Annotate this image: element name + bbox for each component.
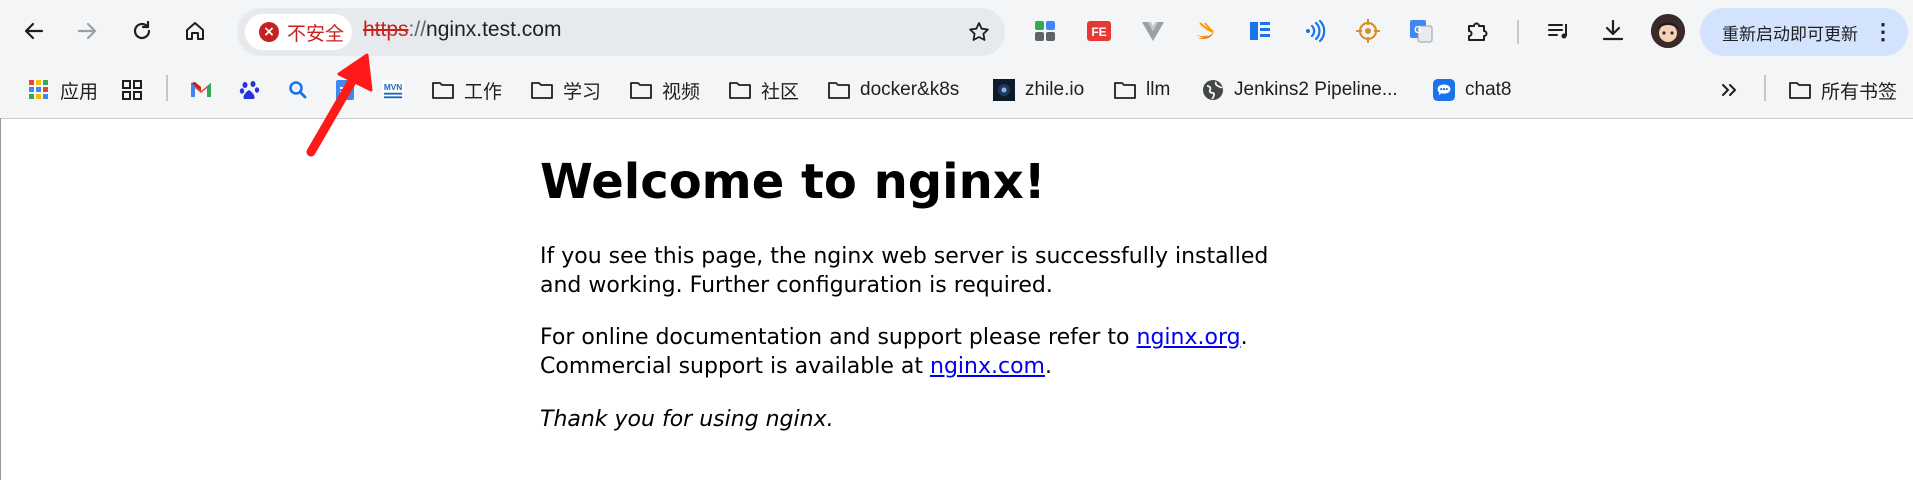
docs-text: For online documentation and support ple… bbox=[540, 325, 1137, 350]
bookmark-zhile-label: zhile.io bbox=[1025, 79, 1085, 100]
nginx-org-link[interactable]: nginx.org bbox=[1137, 325, 1241, 350]
more-menu-icon[interactable]: ⋮ bbox=[1872, 20, 1894, 44]
folder-icon bbox=[729, 79, 751, 101]
bookmark-folder-docker[interactable]: docker&k8s bbox=[828, 74, 959, 106]
bookmark-folder-llm-label: llm bbox=[1146, 79, 1171, 100]
bookmark-folder-work[interactable]: 工作 bbox=[432, 74, 502, 106]
vue-devtools-icon[interactable] bbox=[1137, 15, 1169, 47]
fe-helper-icon[interactable]: FE bbox=[1083, 15, 1115, 47]
wifi-signal-icon[interactable] bbox=[1298, 15, 1330, 47]
bookmark-folder-study[interactable]: 学习 bbox=[531, 74, 601, 106]
thanks-paragraph: Thank you for using nginx. bbox=[540, 407, 834, 432]
extensions-grid-icon[interactable] bbox=[1029, 15, 1061, 47]
site-security-chip[interactable]: × 不安全 bbox=[245, 14, 352, 50]
toolbar-divider bbox=[1517, 20, 1519, 44]
bookmark-folder-docker-label: docker&k8s bbox=[860, 79, 960, 100]
download-icon[interactable] bbox=[1597, 15, 1629, 47]
bookmark-star-button[interactable] bbox=[963, 16, 995, 48]
all-bookmarks-label: 所有书签 bbox=[1821, 81, 1898, 103]
bookmark-folder-community-label: 社区 bbox=[761, 81, 800, 103]
reload-icon bbox=[133, 20, 151, 40]
restart-update-button[interactable]: 重新启动即可更新 ⋮ bbox=[1700, 8, 1908, 56]
arrow-right-icon bbox=[77, 22, 97, 40]
bookmark-jenkins-label: Jenkins2 Pipeline... bbox=[1234, 79, 1398, 100]
puzzle-extensions-icon[interactable] bbox=[1461, 15, 1493, 47]
apps-grid-icon bbox=[28, 79, 50, 101]
security-label: 不安全 bbox=[287, 23, 345, 45]
globe-icon bbox=[1202, 79, 1224, 101]
svg-text:G: G bbox=[1414, 25, 1422, 36]
mvn-repository-icon: MVN bbox=[382, 79, 404, 101]
url-scheme: https bbox=[363, 18, 409, 41]
baidu-paw-icon bbox=[239, 79, 261, 101]
bookmark-folder-study-label: 学习 bbox=[563, 81, 602, 103]
chevron-double-right-icon bbox=[1718, 79, 1740, 101]
commercial-period: . bbox=[1044, 354, 1052, 379]
svg-text:FE: FE bbox=[1091, 25, 1106, 39]
page-title: Welcome to nginx! bbox=[540, 154, 1046, 210]
bookmark-tab-groups[interactable] bbox=[121, 74, 143, 106]
update-label: 重新启动即可更新 bbox=[1722, 24, 1858, 44]
chat-bubble-icon bbox=[1433, 79, 1455, 101]
address-bar[interactable]: × 不安全 https://nginx.test.com bbox=[237, 8, 1005, 56]
arrow-left-icon bbox=[24, 22, 44, 40]
url-host: nginx.test.com bbox=[426, 18, 562, 41]
viewport-border bbox=[0, 118, 1, 480]
bookmarks-divider-right bbox=[1764, 75, 1766, 101]
docs-paragraph: For online documentation and support ple… bbox=[540, 323, 1248, 381]
browser-toolbar: × 不安全 https://nginx.test.com FE G 重新启动即可… bbox=[0, 0, 1913, 62]
bookmark-mvn[interactable]: MVN bbox=[382, 74, 404, 106]
intro-paragraph: If you see this page, the nginx web serv… bbox=[540, 244, 1269, 298]
bookmark-folder-work-label: 工作 bbox=[464, 81, 503, 103]
back-button[interactable] bbox=[16, 13, 52, 49]
reload-button[interactable] bbox=[124, 13, 160, 49]
bookmarks-overflow-button[interactable] bbox=[1718, 74, 1740, 106]
bookmark-folder-video[interactable]: 视频 bbox=[630, 74, 700, 106]
bookmark-apps-label: 应用 bbox=[60, 81, 99, 103]
google-translate-icon[interactable]: G bbox=[1405, 15, 1437, 47]
media-queue-icon[interactable] bbox=[1543, 15, 1575, 47]
bookmark-folder-llm[interactable]: llm bbox=[1114, 74, 1170, 106]
folder-icon bbox=[1789, 79, 1811, 101]
bookmark-gmail[interactable] bbox=[190, 74, 212, 106]
svg-text:MVN: MVN bbox=[384, 83, 402, 92]
url-separator: :// bbox=[408, 18, 427, 41]
bookmark-chat8[interactable]: chat8 bbox=[1433, 74, 1511, 106]
home-button[interactable] bbox=[177, 13, 213, 49]
bookmark-folder-community[interactable]: 社区 bbox=[729, 74, 799, 106]
target-icon[interactable] bbox=[1352, 15, 1384, 47]
folder-icon bbox=[1114, 79, 1136, 101]
insecure-icon: × bbox=[259, 22, 279, 42]
profile-avatar[interactable] bbox=[1651, 14, 1685, 48]
bookmark-apps[interactable]: 应用 bbox=[28, 74, 98, 106]
bookmark-google-docs[interactable] bbox=[334, 74, 356, 106]
magnifier-icon bbox=[287, 79, 309, 101]
reader-mode-icon[interactable] bbox=[1244, 15, 1276, 47]
zhile-logo-icon bbox=[993, 79, 1015, 101]
bookmarks-divider-left bbox=[166, 75, 168, 101]
folder-icon bbox=[828, 79, 850, 101]
docs-period: . bbox=[1240, 325, 1248, 350]
bookmark-jenkins[interactable]: Jenkins2 Pipeline... bbox=[1202, 74, 1398, 106]
url-text[interactable]: https://nginx.test.com bbox=[363, 18, 561, 42]
bookmark-zhile[interactable]: zhile.io bbox=[993, 74, 1084, 106]
commercial-text: Commercial support is available at bbox=[540, 354, 930, 379]
home-icon bbox=[186, 22, 204, 40]
bookmark-search[interactable] bbox=[287, 74, 309, 106]
tab-groups-icon bbox=[121, 79, 143, 101]
folder-icon bbox=[432, 79, 454, 101]
avatar-icon bbox=[1651, 14, 1685, 48]
bookmark-baidu[interactable] bbox=[239, 74, 261, 106]
gmail-icon bbox=[190, 79, 212, 101]
bookmark-all-bookmarks[interactable]: 所有书签 bbox=[1789, 74, 1897, 106]
bookmark-folder-video-label: 视频 bbox=[662, 81, 701, 103]
folder-icon bbox=[531, 79, 553, 101]
forward-button[interactable] bbox=[69, 13, 105, 49]
swift-icon[interactable] bbox=[1190, 15, 1222, 47]
nginx-com-link[interactable]: nginx.com bbox=[930, 354, 1045, 379]
bookmark-chat8-label: chat8 bbox=[1465, 79, 1512, 100]
folder-icon bbox=[630, 79, 652, 101]
star-icon bbox=[969, 22, 989, 41]
google-docs-icon bbox=[334, 79, 356, 101]
